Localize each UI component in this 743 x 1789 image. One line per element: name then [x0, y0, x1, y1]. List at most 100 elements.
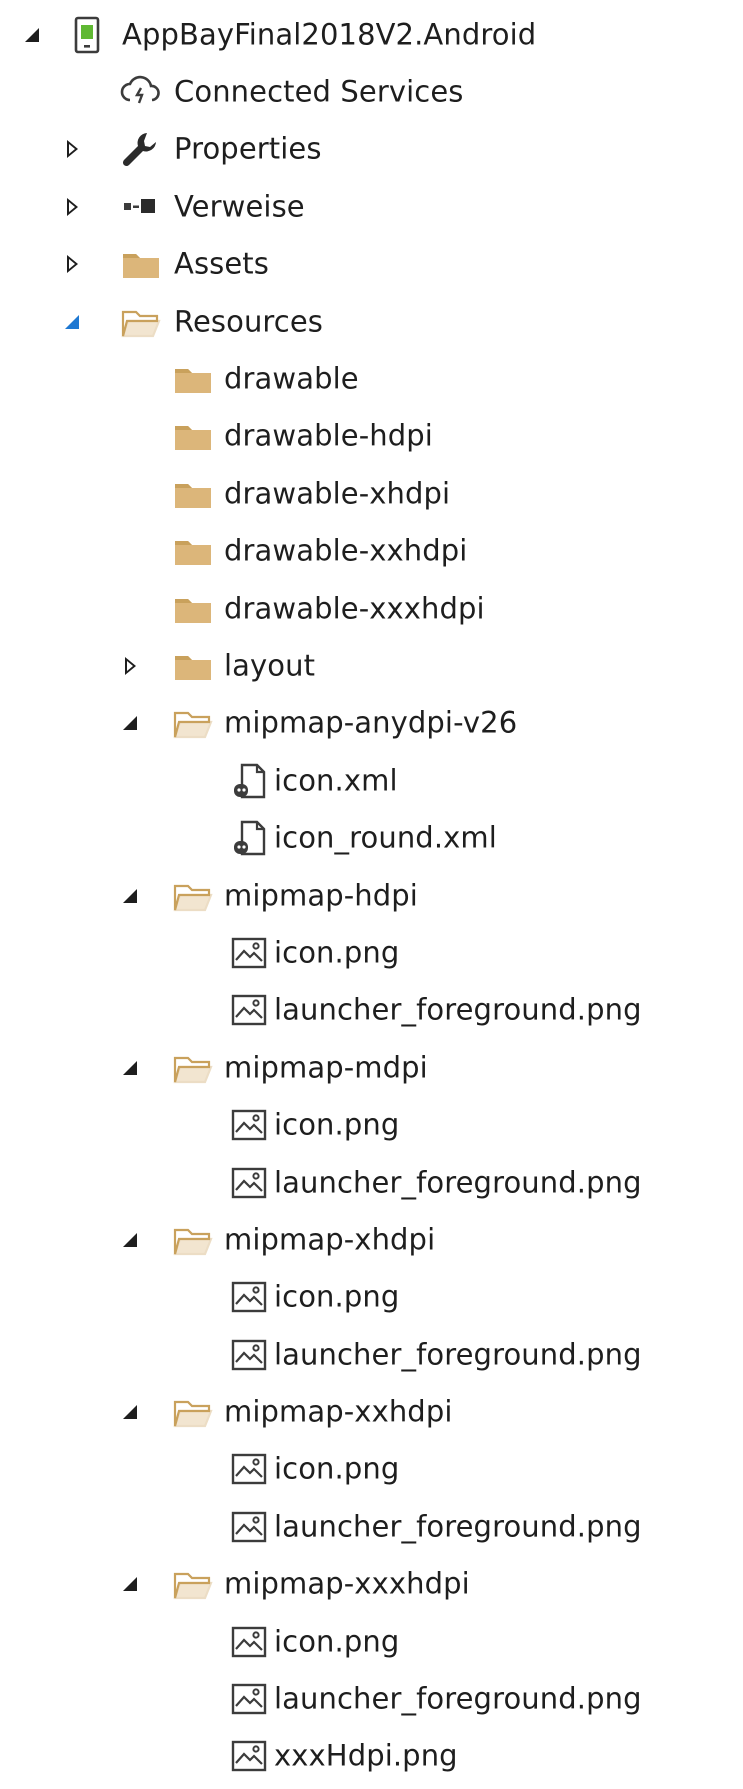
connected-services-icon — [120, 74, 162, 110]
expand-arrow-icon[interactable] — [20, 23, 44, 47]
tree-item[interactable]: icon.png — [0, 924, 743, 981]
tree-item[interactable]: drawable-xxxhdpi — [0, 580, 743, 637]
image-file-icon — [228, 1165, 270, 1201]
collapse-arrow-icon[interactable] — [60, 137, 84, 161]
folder-open-icon — [172, 1566, 214, 1602]
tree-item[interactable]: mipmap-xxhdpi — [0, 1383, 743, 1440]
tree-item-label: icon.xml — [274, 763, 398, 798]
folder-open-icon — [120, 304, 162, 340]
folder-open-icon — [172, 705, 214, 741]
tree-item[interactable]: icon_round.xml — [0, 809, 743, 866]
tree-item[interactable]: AppBayFinal2018V2.Android — [0, 6, 743, 63]
folder-icon — [172, 418, 214, 454]
tree-item[interactable]: mipmap-hdpi — [0, 867, 743, 924]
image-file-icon — [228, 1337, 270, 1373]
tree-item[interactable]: xxxHdpi.png — [0, 1728, 743, 1785]
image-file-icon — [228, 1624, 270, 1660]
expand-arrow-icon[interactable] — [118, 1400, 142, 1424]
tree-item-label: icon.png — [274, 935, 400, 970]
tree-item-label: drawable-xxxhdpi — [224, 590, 485, 625]
references-icon — [120, 189, 162, 225]
tree-item[interactable]: launcher_foreground.png — [0, 1326, 743, 1383]
tree-item-label: mipmap-mdpi — [224, 1049, 428, 1084]
xml-file-icon — [228, 763, 270, 799]
tree-item-label: drawable — [224, 361, 359, 396]
tree-item[interactable]: mipmap-xhdpi — [0, 1211, 743, 1268]
tree-item[interactable]: Resources — [0, 293, 743, 350]
tree-item-label: Verweise — [174, 189, 305, 224]
image-file-icon — [228, 992, 270, 1028]
expand-arrow-icon[interactable] — [118, 1056, 142, 1080]
tree-item-label: mipmap-anydpi-v26 — [224, 705, 518, 740]
expand-arrow-icon[interactable] — [118, 711, 142, 735]
expand-arrow-icon[interactable] — [118, 1228, 142, 1252]
tree-item-label: Connected Services — [174, 74, 464, 109]
tree-item[interactable]: mipmap-mdpi — [0, 1039, 743, 1096]
image-file-icon — [228, 1451, 270, 1487]
tree-item-label: launcher_foreground.png — [274, 1164, 642, 1199]
tree-item[interactable]: layout — [0, 637, 743, 694]
tree-item[interactable]: mipmap-xxxhdpi — [0, 1556, 743, 1613]
tree-item[interactable]: icon.png — [0, 1613, 743, 1670]
solution-explorer-tree: AppBayFinal2018V2.Android Connected Serv… — [0, 6, 743, 1785]
folder-icon — [172, 648, 214, 684]
collapse-arrow-icon[interactable] — [60, 252, 84, 276]
android-project-icon — [66, 16, 108, 53]
tree-item[interactable]: launcher_foreground.png — [0, 982, 743, 1039]
tree-item-label: Resources — [174, 303, 324, 338]
expand-arrow-icon[interactable] — [118, 1572, 142, 1596]
folder-open-icon — [172, 878, 214, 914]
tree-item[interactable]: icon.png — [0, 1269, 743, 1326]
tree-item[interactable]: Assets — [0, 236, 743, 293]
tree-item[interactable]: drawable — [0, 350, 743, 407]
tree-item-label: mipmap-xxhdpi — [224, 1394, 453, 1429]
tree-item[interactable]: drawable-xhdpi — [0, 465, 743, 522]
tree-item-label: AppBayFinal2018V2.Android — [122, 16, 537, 51]
folder-open-icon — [172, 1394, 214, 1430]
tree-item-label: Assets — [174, 246, 269, 281]
tree-item-label: drawable-xxhdpi — [224, 533, 468, 568]
tree-item[interactable]: icon.png — [0, 1096, 743, 1153]
tree-item[interactable]: drawable-hdpi — [0, 408, 743, 465]
image-file-icon — [228, 935, 270, 971]
tree-item[interactable]: icon.xml — [0, 752, 743, 809]
image-file-icon — [228, 1279, 270, 1315]
tree-item-label: drawable-xhdpi — [224, 476, 451, 511]
tree-item-label: mipmap-xhdpi — [224, 1222, 436, 1257]
folder-icon — [172, 476, 214, 512]
tree-item-label: launcher_foreground.png — [274, 1681, 642, 1716]
tree-item[interactable]: drawable-xxhdpi — [0, 523, 743, 580]
tree-item[interactable]: Connected Services — [0, 63, 743, 120]
tree-item-label: drawable-hdpi — [224, 418, 433, 453]
expand-arrow-icon[interactable] — [118, 884, 142, 908]
tree-item-label: icon.png — [274, 1623, 400, 1658]
folder-icon — [172, 361, 214, 397]
folder-icon — [172, 591, 214, 627]
tree-item-label: layout — [224, 648, 316, 683]
folder-icon — [120, 246, 162, 282]
tree-item[interactable]: launcher_foreground.png — [0, 1498, 743, 1555]
folder-open-icon — [172, 1222, 214, 1258]
tree-item-label: icon_round.xml — [274, 820, 497, 855]
tree-item[interactable]: launcher_foreground.png — [0, 1154, 743, 1211]
tree-item-label: icon.png — [274, 1451, 400, 1486]
image-file-icon — [228, 1738, 270, 1774]
tree-item-label: mipmap-xxxhdpi — [224, 1566, 470, 1601]
tree-item-label: launcher_foreground.png — [274, 1336, 642, 1371]
expand-arrow-icon[interactable] — [60, 310, 84, 334]
tree-item[interactable]: icon.png — [0, 1441, 743, 1498]
tree-item-label: launcher_foreground.png — [274, 1509, 642, 1544]
tree-item-label: launcher_foreground.png — [274, 992, 642, 1027]
tree-item-label: icon.png — [274, 1107, 400, 1142]
tree-item-label: mipmap-hdpi — [224, 877, 418, 912]
tree-item[interactable]: mipmap-anydpi-v26 — [0, 695, 743, 752]
tree-item-label: icon.png — [274, 1279, 400, 1314]
folder-open-icon — [172, 1050, 214, 1086]
image-file-icon — [228, 1681, 270, 1717]
tree-item[interactable]: launcher_foreground.png — [0, 1670, 743, 1727]
tree-item[interactable]: Verweise — [0, 178, 743, 235]
collapse-arrow-icon[interactable] — [118, 654, 142, 678]
tree-item-label: Properties — [174, 131, 322, 166]
tree-item[interactable]: Properties — [0, 121, 743, 178]
collapse-arrow-icon[interactable] — [60, 195, 84, 219]
